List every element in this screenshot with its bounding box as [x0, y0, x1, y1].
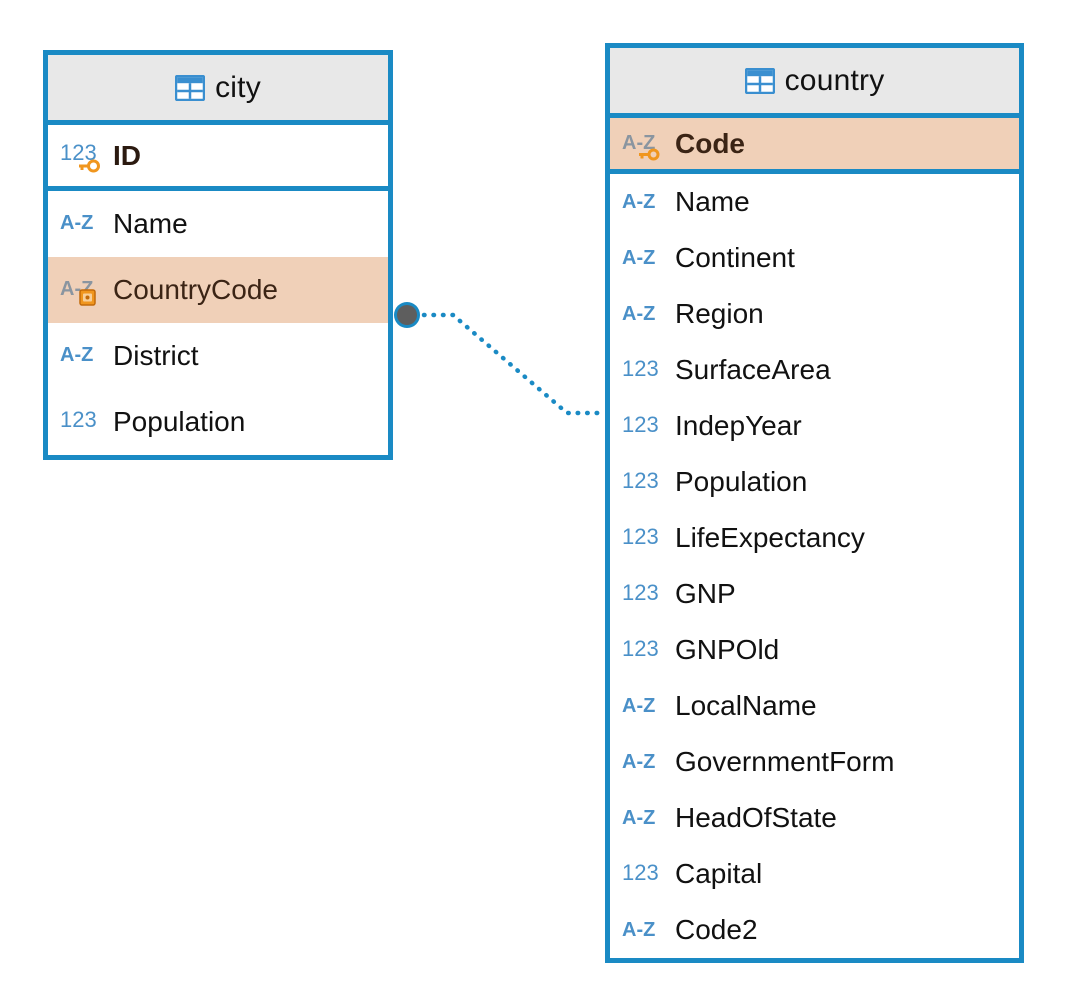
field-label: Code2 — [675, 914, 758, 945]
field-label: IndepYear — [675, 410, 802, 441]
text-az-icon: A-Z — [60, 278, 96, 306]
svg-text:A-Z: A-Z — [622, 695, 655, 717]
table-icon — [744, 67, 775, 94]
svg-text:123: 123 — [622, 524, 659, 549]
relationship-endpoint-dot[interactable] — [397, 305, 417, 325]
field-label: Name — [675, 186, 750, 217]
field-label: LifeExpectancy — [675, 522, 865, 553]
table-header-city[interactable]: city — [48, 55, 388, 125]
numeric-123-icon: 123 — [60, 407, 97, 432]
field-label: Name — [113, 208, 188, 239]
svg-text:A-Z: A-Z — [622, 191, 655, 213]
svg-text:123: 123 — [622, 412, 659, 437]
field-label: GNPOld — [675, 634, 780, 665]
field-row-headofstate[interactable]: A-Z HeadOfState — [610, 790, 1019, 846]
field-label: Region — [675, 298, 764, 329]
field-row-governmentform[interactable]: A-Z GovernmentForm — [610, 734, 1019, 790]
field-label: District — [113, 340, 199, 371]
text-az-icon: A-Z — [622, 807, 655, 829]
numeric-123-icon: 123 — [622, 412, 659, 437]
field-row-region[interactable]: A-Z Region — [610, 286, 1019, 342]
field-label: GNP — [675, 578, 736, 609]
field-row-name[interactable]: A-Z Name — [48, 191, 388, 257]
field-label: Population — [675, 466, 808, 497]
svg-text:A-Z: A-Z — [622, 807, 655, 829]
relationship-line — [421, 312, 606, 416]
field-row-surfacearea[interactable]: 123 SurfaceArea — [610, 342, 1019, 398]
numeric-123-icon: 123 — [622, 860, 659, 885]
field-label: Capital — [675, 858, 763, 889]
field-row-continent[interactable]: A-Z Continent — [610, 230, 1019, 286]
svg-text:123: 123 — [622, 636, 659, 661]
field-row-indepyear[interactable]: 123 IndepYear — [610, 398, 1019, 454]
numeric-123-icon: 123 — [60, 140, 100, 172]
table-header-country[interactable]: country — [610, 48, 1019, 118]
text-az-icon: A-Z — [622, 695, 655, 717]
svg-text:A-Z: A-Z — [60, 212, 93, 234]
text-az-icon: A-Z — [622, 919, 655, 941]
svg-text:123: 123 — [622, 356, 659, 381]
field-label: Continent — [675, 242, 795, 273]
svg-text:123: 123 — [622, 580, 659, 605]
field-row-gnpold[interactable]: 123 GNPOld — [610, 622, 1019, 678]
svg-text:A-Z: A-Z — [60, 344, 93, 366]
text-az-icon: A-Z — [622, 191, 655, 213]
text-az-icon: A-Z — [60, 344, 93, 366]
field-row-localname[interactable]: A-Z LocalName — [610, 678, 1019, 734]
field-label: Code — [675, 127, 745, 159]
table-title-country: country — [784, 63, 885, 97]
field-row-capital[interactable]: 123 Capital — [610, 846, 1019, 902]
svg-text:123: 123 — [622, 860, 659, 885]
text-az-icon: A-Z — [622, 303, 655, 325]
svg-text:A-Z: A-Z — [622, 247, 655, 269]
field-row-lifeexpectancy[interactable]: 123 LifeExpectancy — [610, 510, 1019, 566]
table-title-city: city — [215, 70, 261, 104]
table-city[interactable]: city 123 ID A-Z Name A-Z CountryCode A-Z… — [43, 50, 393, 460]
field-label: Population — [113, 406, 246, 437]
numeric-123-icon: 123 — [622, 580, 659, 605]
text-az-icon: A-Z — [622, 751, 655, 773]
numeric-123-icon: 123 — [622, 356, 659, 381]
numeric-123-icon: 123 — [622, 468, 659, 493]
text-az-icon: A-Z — [60, 212, 93, 234]
field-row-code[interactable]: A-Z Code — [610, 118, 1019, 174]
field-label: LocalName — [675, 690, 817, 721]
field-label: ID — [113, 139, 141, 171]
field-label: GovernmentForm — [675, 746, 895, 777]
svg-text:A-Z: A-Z — [622, 751, 655, 773]
er-diagram-canvas: city 123 ID A-Z Name A-Z CountryCode A-Z… — [0, 0, 1068, 1008]
svg-text:A-Z: A-Z — [622, 303, 655, 325]
field-row-population[interactable]: 123 Population — [610, 454, 1019, 510]
field-row-district[interactable]: A-Z District — [48, 323, 388, 389]
svg-text:123: 123 — [60, 407, 97, 432]
svg-text:123: 123 — [622, 468, 659, 493]
numeric-123-icon: 123 — [622, 636, 659, 661]
field-label: CountryCode — [113, 274, 278, 305]
field-row-id[interactable]: 123 ID — [48, 125, 388, 191]
svg-text:A-Z: A-Z — [622, 919, 655, 941]
table-icon — [175, 74, 206, 101]
field-row-population[interactable]: 123 Population — [48, 389, 388, 455]
field-label: SurfaceArea — [675, 354, 831, 385]
field-row-code2[interactable]: A-Z Code2 — [610, 902, 1019, 958]
table-country[interactable]: country A-Z Code A-Z Name A-Z Continent … — [605, 43, 1024, 963]
relationship-endpoint-ring[interactable] — [394, 302, 420, 328]
field-row-gnp[interactable]: 123 GNP — [610, 566, 1019, 622]
field-label: HeadOfState — [675, 802, 837, 833]
text-az-icon: A-Z — [622, 132, 660, 160]
field-row-name[interactable]: A-Z Name — [610, 174, 1019, 230]
foreign-key-icon — [79, 289, 96, 306]
field-row-countrycode[interactable]: A-Z CountryCode — [48, 257, 388, 323]
text-az-icon: A-Z — [622, 247, 655, 269]
numeric-123-icon: 123 — [622, 524, 659, 549]
